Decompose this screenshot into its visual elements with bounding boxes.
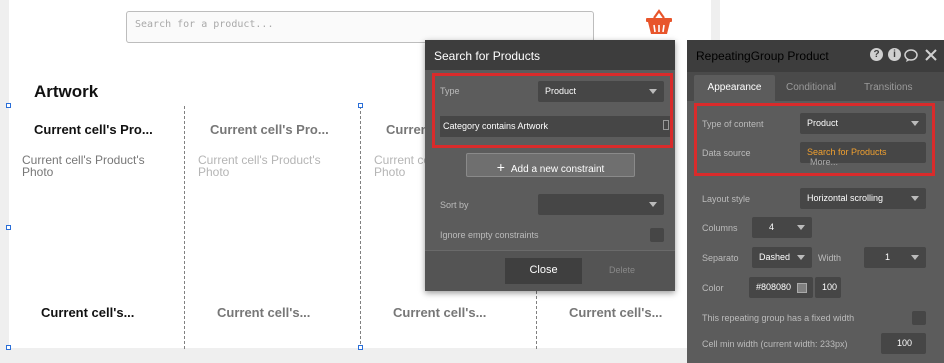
min-width-label: Cell min width (current width: 233px): [702, 339, 848, 349]
color-label: Color: [702, 283, 724, 293]
color-swatch[interactable]: [797, 283, 807, 293]
fixed-width-checkbox[interactable]: [912, 311, 926, 325]
color-opacity-value: 100: [822, 282, 838, 292]
resize-handle[interactable]: [358, 345, 363, 350]
chevron-down-icon: [649, 89, 657, 94]
info-icon[interactable]: i: [888, 48, 901, 61]
help-icon[interactable]: ?: [870, 48, 883, 61]
chevron-down-icon: [911, 121, 919, 126]
resize-handle[interactable]: [358, 103, 363, 108]
chevron-down-icon: [649, 202, 657, 207]
cell-photo: Current cell's Product's Photo: [22, 153, 145, 179]
min-width-value: 100: [897, 338, 913, 348]
width-label: Width: [818, 253, 842, 263]
type-value: Product: [545, 86, 577, 96]
type-of-content-dropdown[interactable]: Product: [800, 113, 926, 134]
separator-label: Separato: [702, 253, 739, 263]
type-dropdown[interactable]: Product: [538, 81, 664, 102]
ignore-empty-checkbox[interactable]: [650, 228, 664, 242]
type-of-content-label: Type of content: [702, 119, 764, 129]
cell-photo: Current cell's Product's Photo: [198, 153, 321, 179]
group-title: Artwork: [34, 82, 99, 101]
cell-title: Current cell's Pro...: [34, 122, 153, 137]
fixed-width-label: This repeating group has a fixed width: [702, 313, 855, 323]
layout-style-dropdown[interactable]: Horizontal scrolling: [800, 188, 926, 209]
color-value: #808080: [756, 282, 792, 292]
color-opacity-field[interactable]: 100: [815, 277, 841, 298]
rg-cell-1[interactable]: Current cell's Pro... Current cell's Pro…: [9, 106, 185, 349]
type-of-content-value: Product: [807, 118, 839, 128]
add-constraint-label: Add a new constraint: [510, 164, 605, 175]
panel-title: Search for Products: [425, 40, 675, 70]
cell-bottom-text: Current cell's...: [569, 305, 663, 320]
chevron-down-icon: [911, 255, 919, 260]
ignore-empty-label: Ignore empty constraints: [440, 230, 539, 240]
layout-style-label: Layout style: [702, 194, 751, 204]
type-label: Type: [440, 86, 460, 96]
product-search-input[interactable]: Search for a product...: [126, 11, 594, 43]
width-value: 1: [885, 252, 891, 262]
width-dropdown[interactable]: 1: [864, 247, 926, 268]
comment-icon[interactable]: [904, 49, 918, 62]
cell-title: Current cell's Pro...: [210, 122, 329, 137]
cell-bottom-text: Current cell's...: [393, 305, 487, 320]
columns-value: 4: [769, 222, 775, 232]
layout-style-value: Horizontal scrolling: [807, 193, 884, 203]
rg-cell-2[interactable]: Current cell's Pro... Current cell's Pro…: [185, 106, 361, 349]
sort-label: Sort by: [440, 200, 469, 210]
trash-icon[interactable]: [663, 120, 669, 130]
resize-handle[interactable]: [6, 345, 11, 350]
constraint-row[interactable]: Category contains Artwork: [440, 116, 670, 137]
columns-dropdown[interactable]: 4: [752, 217, 812, 238]
tab-transitions[interactable]: Transitions: [864, 82, 913, 93]
cell-bottom-text: Current cell's...: [41, 305, 135, 320]
chevron-down-icon: [911, 196, 919, 201]
resize-handle[interactable]: [6, 225, 11, 230]
min-width-field[interactable]: 100: [881, 333, 926, 354]
tab-conditional[interactable]: Conditional: [786, 82, 836, 93]
chevron-down-icon: [797, 225, 805, 230]
tab-appearance[interactable]: Appearance: [694, 75, 775, 101]
data-source-field[interactable]: Search for Products More...: [800, 142, 926, 167]
data-source-label: Data source: [702, 148, 751, 158]
data-source-value: Search for Products: [807, 147, 887, 157]
sort-dropdown[interactable]: [538, 194, 664, 215]
shopping-basket-icon[interactable]: [645, 9, 673, 35]
property-panel-title: RepeatingGroup Product: [696, 49, 829, 63]
cell-bottom-text: Current cell's...: [217, 305, 311, 320]
resize-handle[interactable]: [6, 103, 11, 108]
close-icon[interactable]: [925, 49, 937, 61]
add-constraint-button[interactable]: + Add a new constraint: [466, 153, 635, 177]
constraint-text: Category contains Artwork: [443, 121, 549, 131]
close-button[interactable]: Close: [505, 258, 582, 284]
delete-button[interactable]: Delete: [609, 265, 635, 275]
columns-label: Columns: [702, 223, 738, 233]
plus-icon: +: [496, 159, 505, 175]
separator-dropdown[interactable]: Dashed: [752, 247, 812, 268]
chevron-down-icon: [797, 255, 805, 260]
separator-value: Dashed: [759, 252, 791, 262]
data-source-more[interactable]: More...: [810, 157, 838, 167]
